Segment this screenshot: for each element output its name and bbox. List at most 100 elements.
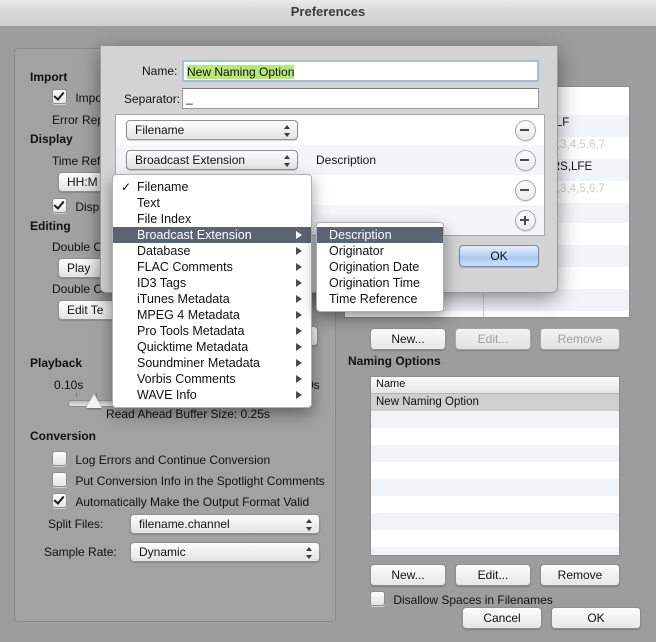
output-format-valid-checkbox[interactable] (52, 493, 67, 508)
menu-item-pro-tools-metadata[interactable]: Pro Tools Metadata (113, 323, 311, 339)
double-click-popup-label: Play (67, 261, 91, 275)
menu-item-label: WAVE Info (137, 388, 197, 402)
chevron-updown-icon (306, 518, 313, 532)
sheet-separator-input[interactable]: _ (182, 88, 539, 109)
submenu-arrow-icon (296, 295, 302, 303)
submenu-arrow-icon (296, 343, 302, 351)
read-ahead-buffer-label: Read Ahead Buffer Size: 0.25s (106, 407, 270, 421)
sheet-name-input[interactable]: New Naming Option (182, 60, 539, 82)
list-item[interactable] (371, 428, 619, 445)
submenu-item-originator[interactable]: Originator (317, 243, 443, 259)
minus-button[interactable] (515, 150, 536, 171)
token-row-popup[interactable]: Filename (126, 120, 298, 140)
layouts-edit-button[interactable]: Edit... (455, 328, 531, 350)
spotlight-comments-label: Put Conversion Info in the Spotlight Com… (75, 474, 325, 488)
chevron-updown-icon (284, 154, 291, 168)
layouts-new-button[interactable]: New... (370, 328, 446, 350)
naming-remove-button[interactable]: Remove (540, 564, 620, 586)
output-format-valid-checkbox-row[interactable]: Automatically Make the Output Format Val… (52, 493, 309, 509)
menu-item-filename[interactable]: ✓ Filename (113, 179, 311, 195)
list-item[interactable] (371, 513, 619, 530)
list-item[interactable] (371, 411, 619, 428)
cancel-button[interactable]: Cancel (462, 607, 542, 629)
section-heading-playback: Playback (30, 356, 83, 370)
menu-item-itunes-metadata[interactable]: iTunes Metadata (113, 291, 311, 307)
menu-item-label: MPEG 4 Metadata (137, 308, 240, 322)
submenu-item-description[interactable]: Description (317, 227, 443, 243)
menu-item-label: File Index (137, 212, 192, 226)
token-row-popup-label: Broadcast Extension (135, 153, 246, 167)
token-row: Broadcast Extension Description (116, 145, 544, 175)
list-item[interactable] (371, 496, 619, 513)
window-title: Preferences (290, 4, 366, 19)
double-click-label: Double C (52, 240, 103, 254)
submenu-item-label: Description (329, 228, 392, 242)
output-format-valid-label: Automatically Make the Output Format Val… (75, 495, 310, 509)
naming-options-column-header[interactable]: Name (371, 377, 619, 394)
submenu-item-time-reference[interactable]: Time Reference (317, 291, 443, 307)
menu-item-quicktime-metadata[interactable]: Quicktime Metadata (113, 339, 311, 355)
menu-item-label: Vorbis Comments (137, 372, 236, 386)
split-files-popup[interactable]: filename.channel (130, 514, 320, 534)
submenu-item-origination-time[interactable]: Origination Time (317, 275, 443, 291)
naming-edit-button[interactable]: Edit... (455, 564, 531, 586)
slider-tick (76, 393, 77, 397)
sheet-ok-button[interactable]: OK (459, 245, 539, 267)
spotlight-comments-checkbox-row[interactable]: Put Conversion Info in the Spotlight Com… (52, 472, 325, 488)
list-item[interactable] (371, 445, 619, 462)
submenu-arrow-icon (296, 247, 302, 255)
naming-options-list[interactable]: Name New Naming Option (370, 376, 620, 556)
section-heading-import: Import (30, 70, 68, 84)
token-row-popup[interactable]: Broadcast Extension (126, 150, 298, 170)
minus-button[interactable] (515, 120, 536, 141)
menu-item-label: iTunes Metadata (137, 292, 230, 306)
sample-rate-popup[interactable]: Dynamic (130, 542, 320, 562)
sheet-separator-label: Separator: (124, 92, 181, 106)
plus-button[interactable] (515, 210, 536, 231)
error-reporting-label: Error Rep (52, 113, 105, 127)
menu-item-wave-info[interactable]: WAVE Info (113, 387, 311, 403)
list-item[interactable] (371, 530, 619, 547)
sheet-separator-value: _ (186, 91, 193, 105)
list-item[interactable]: New Naming Option (371, 394, 619, 411)
import-checkbox-row[interactable]: Impor (52, 89, 106, 105)
list-item[interactable] (371, 479, 619, 496)
minus-button[interactable] (515, 180, 536, 201)
token-type-menu[interactable]: ✓ Filename Text File Index Broadcast Ext… (112, 174, 312, 408)
log-errors-checkbox[interactable] (52, 451, 67, 466)
menu-item-soundminer-metadata[interactable]: Soundminer Metadata (113, 355, 311, 371)
naming-new-button[interactable]: New... (370, 564, 446, 586)
list-item[interactable] (371, 462, 619, 479)
broadcast-extension-submenu[interactable]: Description Originator Origination Date … (316, 222, 444, 312)
section-heading-conversion: Conversion (30, 429, 97, 443)
submenu-item-label: Time Reference (329, 292, 418, 306)
ok-button[interactable]: OK (551, 607, 641, 629)
spotlight-comments-checkbox[interactable] (52, 472, 67, 487)
submenu-arrow-icon (296, 263, 302, 271)
layouts-remove-button[interactable]: Remove (540, 328, 620, 350)
slider-thumb[interactable] (86, 394, 102, 408)
submenu-arrow-icon (296, 231, 302, 239)
submenu-arrow-icon (296, 311, 302, 319)
menu-item-broadcast-extension[interactable]: Broadcast Extension (113, 227, 311, 243)
menu-item-database[interactable]: Database (113, 243, 311, 259)
menu-item-id3-tags[interactable]: ID3 Tags (113, 275, 311, 291)
disallow-spaces-checkbox-row[interactable]: Disallow Spaces in Filenames (370, 591, 553, 607)
display-checkbox[interactable] (52, 198, 67, 213)
log-errors-checkbox-row[interactable]: Log Errors and Continue Conversion (52, 451, 270, 467)
menu-item-text[interactable]: Text (113, 195, 311, 211)
section-heading-display: Display (30, 132, 73, 146)
token-row-detail: Description (316, 153, 377, 167)
menu-item-mpeg4-metadata[interactable]: MPEG 4 Metadata (113, 307, 311, 323)
menu-item-label: Broadcast Extension (137, 228, 252, 242)
list-item[interactable] (371, 547, 619, 555)
submenu-item-label: Origination Date (329, 260, 420, 274)
import-checkbox[interactable] (52, 89, 67, 104)
submenu-item-origination-date[interactable]: Origination Date (317, 259, 443, 275)
menu-item-file-index[interactable]: File Index (113, 211, 311, 227)
disallow-spaces-checkbox[interactable] (370, 591, 385, 606)
menu-item-flac-comments[interactable]: FLAC Comments (113, 259, 311, 275)
submenu-arrow-icon (296, 375, 302, 383)
submenu-arrow-icon (296, 391, 302, 399)
menu-item-vorbis-comments[interactable]: Vorbis Comments (113, 371, 311, 387)
